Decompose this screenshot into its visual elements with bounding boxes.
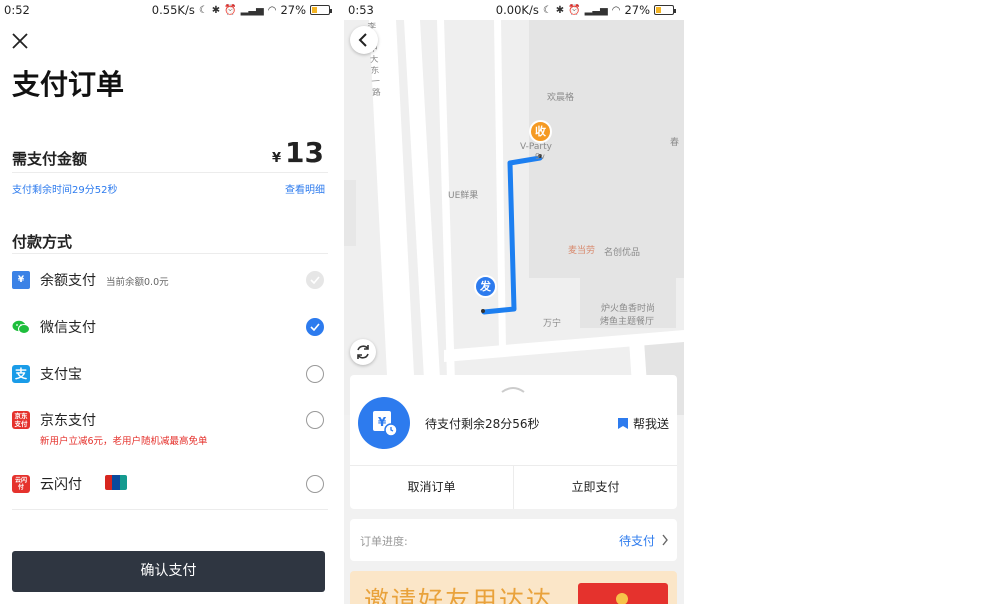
- wallet-icon: ¥: [12, 271, 30, 289]
- pay-now-button[interactable]: 立即支付: [514, 465, 677, 509]
- alipay-icon: 支: [12, 365, 30, 383]
- details-link[interactable]: 查看明细: [285, 181, 325, 196]
- map-background: [344, 20, 684, 415]
- order-screen: 0:53 0.00K/s ☾ ✱ ⏰ ▂▃▅ ◠ 27% 李城中大东一路 欢晨格…: [344, 0, 684, 604]
- red-envelope-icon: [578, 583, 668, 604]
- battery-percent: 27%: [624, 3, 650, 17]
- alarm-icon: ⏰: [568, 4, 581, 16]
- currency-symbol: ¥: [271, 151, 282, 166]
- wifi-icon: ◠: [611, 4, 621, 16]
- map-place-label: 欢晨格: [547, 93, 575, 103]
- radio-unchecked[interactable]: [306, 411, 324, 429]
- radio-checked[interactable]: [306, 318, 324, 336]
- map-place-label: 名创优品: [604, 248, 641, 258]
- payment-option-label: 云闪付: [40, 477, 82, 493]
- cancel-order-button[interactable]: 取消订单: [350, 465, 513, 509]
- map-place-label: 烤鱼主题餐厅: [600, 317, 655, 327]
- drag-handle[interactable]: [500, 378, 526, 393]
- signal-icon: ▂▃▅: [240, 4, 264, 16]
- status-bar: 0:53 0.00K/s ☾ ✱ ⏰ ▂▃▅ ◠ 27%: [344, 0, 684, 20]
- payment-option-label: 余额支付: [40, 273, 96, 289]
- close-icon[interactable]: [10, 31, 30, 51]
- map-place-label: UE鲜果: [448, 191, 479, 201]
- receive-marker[interactable]: 收: [529, 120, 552, 143]
- map-place-label: 9v: [535, 152, 545, 161]
- jd-pay-icon: 京东 支付: [12, 411, 30, 429]
- battery-percent: 27%: [280, 3, 306, 17]
- page-title: 支付订单: [12, 68, 125, 101]
- help-send-label: 帮我送: [632, 417, 669, 431]
- yuan-clock-icon: ¥: [358, 397, 410, 449]
- payment-option-label: 京东支付: [40, 413, 96, 429]
- radio-disabled: [306, 271, 324, 289]
- order-status-card: ¥ 待支付剩余28分56秒 帮我送 取消订单 立即支付: [350, 375, 677, 509]
- pay-countdown: 待支付剩余28分56秒: [425, 417, 540, 431]
- order-progress-row[interactable]: 订单进度: 待支付: [350, 519, 677, 561]
- moon-icon: ☾: [198, 4, 208, 16]
- balance-note: 当前余额0.0元: [106, 277, 169, 288]
- help-send-link[interactable]: 帮我送: [617, 415, 669, 432]
- radio-unchecked[interactable]: [306, 475, 324, 493]
- payment-section-title: 付款方式: [12, 233, 73, 251]
- unionpay-icon: 云闪付: [12, 475, 30, 493]
- payment-option-jd[interactable]: 京东 支付 京东支付 新用户立减6元，老用户随机减最高免单: [12, 399, 328, 451]
- wechat-icon: [12, 318, 30, 336]
- radio-unchecked[interactable]: [306, 365, 324, 383]
- bluetooth-icon: ✱: [555, 4, 565, 16]
- divider: [12, 253, 328, 254]
- map-place-label: 春: [670, 138, 680, 148]
- payment-option-unionpay[interactable]: 云闪付 云闪付: [12, 463, 328, 503]
- amount-value: 13: [285, 136, 324, 169]
- unionpay-logo: [105, 475, 127, 490]
- progress-label: 订单进度:: [360, 535, 408, 548]
- divider: [12, 172, 328, 173]
- bluetooth-icon: ✱: [211, 4, 221, 16]
- payment-option-wechat[interactable]: 微信支付: [12, 306, 328, 346]
- signal-icon: ▂▃▅: [584, 4, 608, 16]
- chevron-left-icon: [358, 33, 367, 47]
- alarm-icon: ⏰: [224, 4, 237, 16]
- network-speed: 0.00K/s: [495, 3, 539, 17]
- network-speed: 0.55K/s: [151, 3, 195, 17]
- progress-value: 待支付: [618, 534, 655, 548]
- wifi-icon: ◠: [267, 4, 277, 16]
- map-place-label: 麦当劳: [568, 246, 596, 256]
- refresh-icon: [357, 345, 369, 359]
- back-button[interactable]: [350, 26, 378, 54]
- payment-option-alipay[interactable]: 支 支付宝: [12, 353, 328, 393]
- bookmark-icon: [617, 418, 628, 429]
- send-marker[interactable]: 发: [474, 275, 497, 298]
- banner-text: 邀请好友用达达: [364, 586, 554, 604]
- chevron-right-icon: [662, 534, 668, 546]
- moon-icon: ☾: [542, 4, 552, 16]
- refresh-button[interactable]: [350, 339, 376, 365]
- status-bar: 0:52 0.55K/s ☾ ✱ ⏰ ▂▃▅ ◠ 27%: [0, 0, 340, 20]
- battery-icon: [654, 5, 676, 15]
- battery-icon: [310, 5, 332, 15]
- map-view[interactable]: 李城中大东一路 欢晨格 V-Party 9v UE鲜果 麦当劳 名创优品 万宁 …: [344, 20, 684, 415]
- status-time: 0:52: [4, 3, 30, 17]
- promo-note: 新用户立减6元，老用户随机减最高免单: [40, 436, 208, 447]
- status-time: 0:53: [348, 3, 374, 17]
- confirm-payment-button[interactable]: 确认支付: [12, 551, 325, 592]
- invite-banner[interactable]: 邀请好友用达达: [350, 571, 677, 604]
- map-place-label: V-Party: [520, 142, 552, 152]
- remaining-time: 支付剩余时间29分52秒: [12, 185, 118, 196]
- payment-option-label: 微信支付: [40, 320, 96, 336]
- map-place-label: 炉火鱼香时尚: [601, 304, 656, 314]
- amount-label: 需支付金额: [12, 150, 88, 168]
- payment-option-balance[interactable]: ¥ 余额支付 当前余额0.0元: [12, 259, 328, 299]
- map-place-label: 万宁: [543, 319, 562, 329]
- divider: [12, 509, 328, 510]
- payment-screen: 0:52 0.55K/s ☾ ✱ ⏰ ▂▃▅ ◠ 27% 支付订单 需支付金额 …: [0, 0, 340, 604]
- payment-option-label: 支付宝: [40, 367, 82, 383]
